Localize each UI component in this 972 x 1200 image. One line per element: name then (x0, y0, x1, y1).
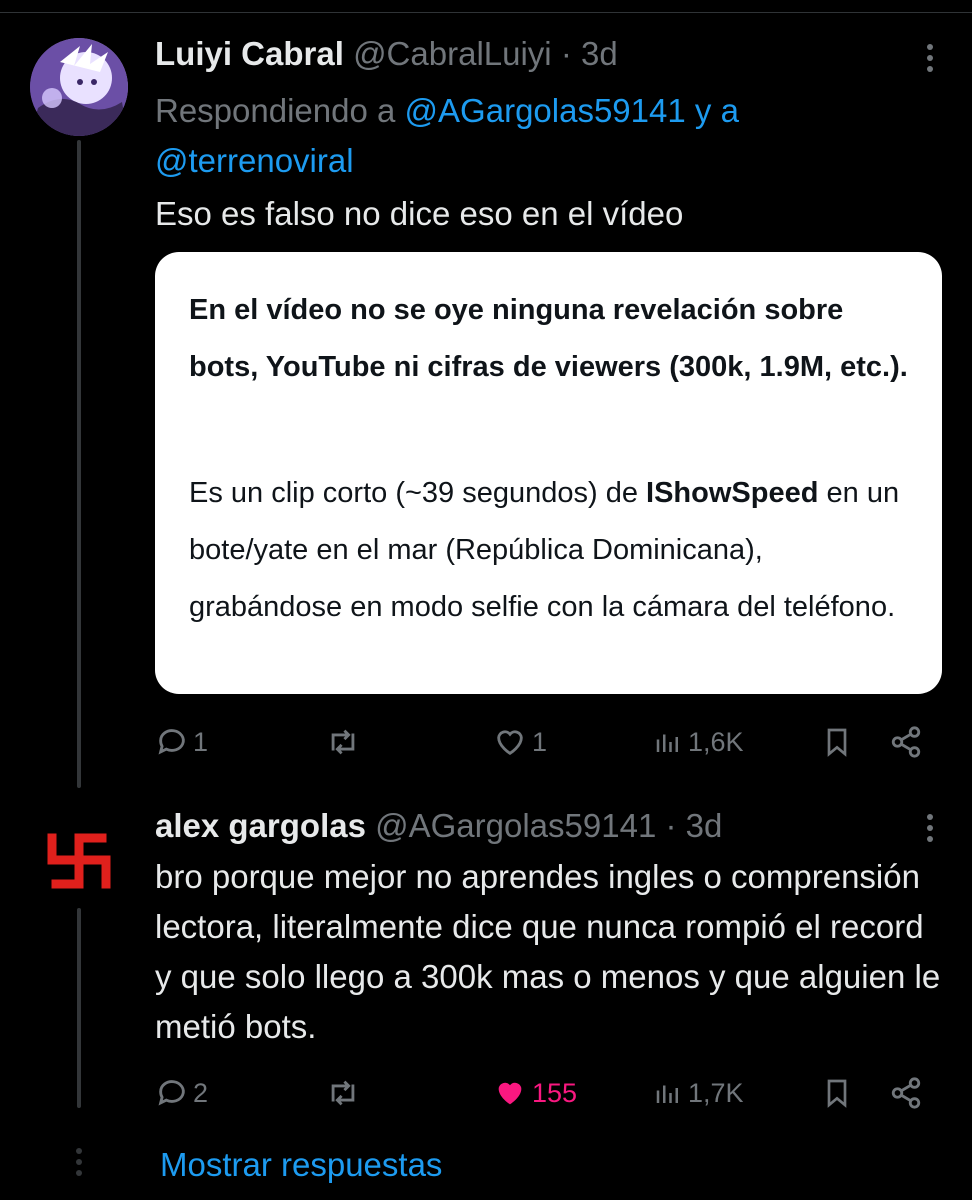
separator: · (665, 807, 677, 844)
timestamp[interactable]: 3d (581, 35, 618, 72)
tweet1-header: Luiyi Cabral @CabralLuiyi · 3d (155, 34, 618, 74)
views-count: 1,7K (688, 1077, 744, 1108)
reply-count: 2 (193, 1077, 209, 1108)
author-name[interactable]: alex gargolas (155, 807, 366, 844)
retweet-button[interactable] (325, 720, 361, 764)
retweet-button[interactable] (325, 1071, 361, 1115)
tweet-text: bro porque mejor no aprendes ingles o co… (155, 858, 941, 1045)
like-count: 155 (532, 1077, 578, 1108)
reply-icon (158, 729, 185, 755)
card-text-before: Es un clip corto (~39 segundos) de (189, 477, 638, 509)
card-bold-text: En el vídeo no se oye ninguna revelación… (189, 294, 908, 383)
retweet-icon (331, 1080, 355, 1106)
separator: · (560, 35, 572, 72)
bookmark-icon (827, 728, 847, 757)
thread-line (77, 140, 81, 788)
like-icon (498, 1082, 522, 1105)
tweet-text: Eso es falso no dice eso en el vídeo (155, 195, 684, 232)
like-count: 1 (532, 726, 548, 757)
show-replies-link[interactable]: Mostrar respuestas (160, 1146, 442, 1184)
views-button[interactable]: 1,6K (652, 720, 744, 764)
thread-more-dots (73, 1148, 85, 1184)
views-count: 1,6K (688, 726, 744, 757)
share-button[interactable] (889, 1071, 923, 1115)
retweet-icon (331, 729, 355, 755)
replying-to: Respondiendo a @AGargolas59141 y a @terr… (155, 86, 915, 186)
mention-link[interactable]: @terrenoviral (155, 142, 354, 179)
card-body: Es un clip corto (~39 segundos) de IShow… (189, 465, 919, 636)
top-divider (0, 0, 972, 13)
thread-line-lower (77, 908, 81, 1108)
share-icon (891, 1077, 921, 1109)
reply-button[interactable]: 2 (155, 1071, 208, 1115)
card-text-bold: IShowSpeed (646, 477, 819, 509)
tweet1-actions: 1 1 1,6K (155, 720, 930, 764)
views-icon (656, 1085, 678, 1103)
like-button[interactable]: 1 (492, 720, 547, 764)
reply-button[interactable]: 1 (155, 720, 208, 764)
author-handle[interactable]: @AGargolas59141 (375, 807, 656, 844)
tweet2-actions: 2 155 1,7K (155, 1071, 930, 1115)
bookmark-button[interactable] (821, 1071, 853, 1115)
replying-to-label: Respondiendo a (155, 92, 396, 129)
more-icon[interactable] (926, 814, 934, 847)
replying-and[interactable]: y a (695, 92, 739, 129)
reply-icon (158, 1080, 185, 1106)
bookmark-icon (827, 1079, 847, 1108)
avatar[interactable] (30, 808, 128, 906)
like-icon (497, 730, 523, 756)
avatar[interactable] (30, 38, 128, 136)
share-icon (891, 726, 921, 758)
like-button[interactable]: 155 (492, 1071, 577, 1115)
reply-count: 1 (193, 726, 209, 757)
share-button[interactable] (889, 720, 923, 764)
views-icon (656, 734, 678, 752)
bookmark-button[interactable] (821, 720, 853, 764)
timestamp[interactable]: 3d (686, 807, 723, 844)
author-handle[interactable]: @CabralLuiyi (353, 35, 552, 72)
author-name[interactable]: Luiyi Cabral (155, 35, 344, 72)
views-button[interactable]: 1,7K (652, 1071, 744, 1115)
tweet2-header: alex gargolas @AGargolas59141 · 3d (155, 806, 722, 846)
more-icon[interactable] (926, 44, 934, 77)
quoted-image-card[interactable]: En el vídeo no se oye ninguna revelación… (155, 252, 942, 694)
mention-link[interactable]: @AGargolas59141 (405, 92, 686, 129)
